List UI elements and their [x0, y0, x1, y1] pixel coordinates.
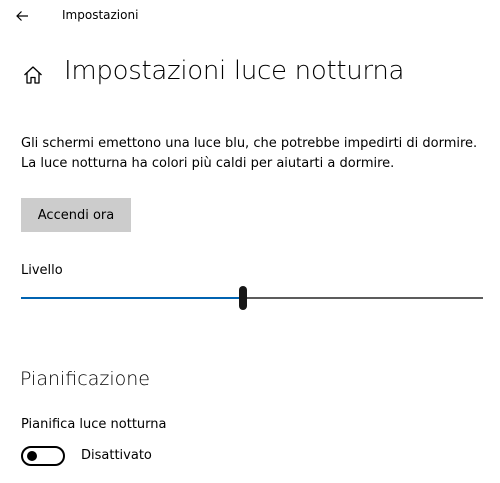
schedule-heading: Pianificazione: [20, 368, 150, 390]
turn-on-now-button[interactable]: Accendi ora: [21, 198, 131, 232]
toggle-knob: [27, 451, 37, 461]
back-arrow-icon: [16, 11, 28, 21]
description-line-1: Gli schermi emettono una luce blu, che p…: [21, 136, 478, 151]
slider-thumb[interactable]: [239, 286, 247, 310]
window-title: Impostazioni: [62, 8, 139, 22]
schedule-toggle-label: Pianifica luce notturna: [21, 417, 167, 432]
slider-track-remaining: [243, 297, 483, 299]
level-label: Livello: [21, 263, 63, 278]
description-line-2: La luce notturna ha colori più caldi per…: [21, 156, 395, 171]
settings-page: Impostazioni Impostazioni luce notturna …: [0, 0, 500, 483]
home-icon: [24, 66, 42, 84]
toggle-state-label: Disattivato: [81, 448, 152, 463]
title-bar: Impostazioni: [0, 0, 500, 32]
slider-track-filled: [21, 297, 243, 299]
description: Gli schermi emettono una luce blu, che p…: [21, 134, 491, 174]
schedule-toggle[interactable]: [21, 446, 65, 466]
page-title: Impostazioni luce notturna: [64, 56, 405, 86]
level-slider[interactable]: [21, 286, 483, 312]
back-button[interactable]: [8, 2, 36, 30]
